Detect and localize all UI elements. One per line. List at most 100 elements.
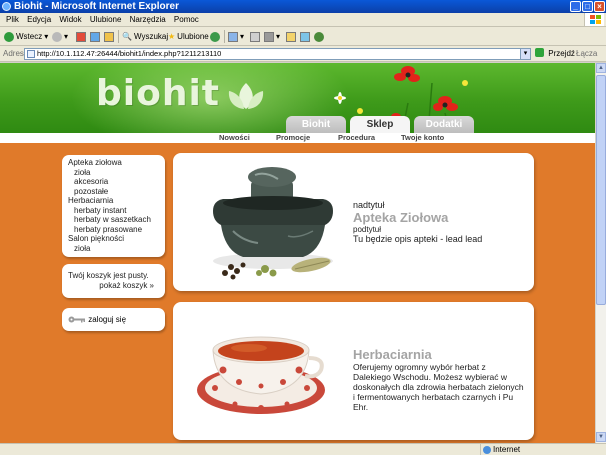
favorites-button[interactable]: ★ Ulubione bbox=[168, 27, 209, 46]
tab-sklep[interactable]: Sklep bbox=[350, 116, 410, 133]
category-salon-pieknosci[interactable]: Salon piękności bbox=[68, 234, 159, 244]
site-logo[interactable]: biohit bbox=[96, 73, 220, 114]
search-button[interactable]: 🔍 Wyszukaj bbox=[122, 27, 168, 46]
history-icon bbox=[210, 31, 220, 42]
address-url: http://10.1.112.47:26444/biohit1/index.p… bbox=[37, 49, 222, 58]
links-button[interactable]: Łącza bbox=[576, 46, 597, 62]
edit-button[interactable]: ▾ bbox=[264, 27, 280, 46]
scroll-up-icon[interactable]: ▲ bbox=[596, 63, 606, 73]
key-icon bbox=[68, 316, 85, 323]
home-button[interactable] bbox=[104, 27, 114, 46]
browser-toolbar: Wstecz ▾ ▾ 🔍 Wyszukaj ★ Ulubione ▾ ▾ bbox=[0, 27, 606, 46]
security-zone: Internet bbox=[480, 444, 606, 455]
category-pozostale[interactable]: pozostałe bbox=[68, 187, 159, 197]
apteka-panel: nadtytuł Apteka Ziołowa podtytuł Tu będz… bbox=[173, 153, 534, 291]
subnav-nowosci[interactable]: Nowości bbox=[219, 133, 250, 143]
forward-button[interactable]: ▾ bbox=[52, 27, 68, 46]
edit-icon bbox=[264, 31, 274, 42]
tea-cup-image bbox=[197, 336, 325, 414]
window-titlebar: Biohit - Microsoft Internet Explorer _ □… bbox=[0, 0, 606, 13]
window-title: Biohit - Microsoft Internet Explorer bbox=[14, 1, 180, 12]
print-icon bbox=[250, 31, 260, 42]
herbaciarnia-text-block: Herbaciarnia Oferujemy ogromny wybór her… bbox=[353, 347, 525, 412]
menu-tools[interactable]: Narzędzia bbox=[127, 13, 169, 27]
scroll-thumb[interactable] bbox=[596, 75, 606, 305]
messenger-button[interactable] bbox=[314, 27, 324, 46]
menu-bar: Plik Edycja Widok Ulubione Narzędzia Pom… bbox=[0, 13, 606, 27]
page-icon bbox=[27, 50, 35, 58]
lotus-leaf-icon bbox=[228, 83, 264, 109]
vertical-scrollbar[interactable]: ▲ ▼ bbox=[595, 63, 606, 443]
category-ziola[interactable]: zioła bbox=[68, 168, 159, 178]
tab-dodatki[interactable]: Dodatki bbox=[414, 116, 474, 133]
messenger-icon bbox=[314, 31, 324, 42]
close-button[interactable]: × bbox=[594, 1, 605, 12]
folder-icon bbox=[286, 31, 296, 42]
address-dropdown-button[interactable]: ▾ bbox=[520, 48, 531, 60]
chevron-down-icon: ▾ bbox=[240, 32, 245, 41]
apteka-title[interactable]: Apteka Ziołowa bbox=[353, 210, 523, 225]
scroll-down-icon[interactable]: ▼ bbox=[596, 432, 606, 442]
zone-label: Internet bbox=[493, 445, 521, 454]
search-label: Wyszukaj bbox=[133, 32, 169, 41]
print-button[interactable] bbox=[250, 27, 260, 46]
toolbar-separator bbox=[118, 30, 119, 43]
apteka-description: Tu będzie opis apteki - lead lead bbox=[353, 234, 483, 244]
menu-edit[interactable]: Edycja bbox=[24, 13, 54, 27]
toolbar-separator bbox=[224, 30, 225, 43]
menu-file[interactable]: Plik bbox=[3, 13, 22, 27]
apteka-text-block: nadtytuł Apteka Ziołowa podtytuł Tu będz… bbox=[353, 200, 523, 244]
subnav-procedura[interactable]: Procedura bbox=[338, 133, 375, 143]
chevron-down-icon: ▾ bbox=[276, 32, 281, 41]
subnav-twoje-konto[interactable]: Twoje konto bbox=[401, 133, 444, 143]
history-button[interactable] bbox=[210, 27, 220, 46]
discuss-button[interactable] bbox=[286, 27, 296, 46]
stop-button[interactable] bbox=[76, 27, 86, 46]
address-label: Adres bbox=[3, 49, 24, 58]
subnav-promocje[interactable]: Promocje bbox=[276, 133, 310, 143]
category-apteka-ziolowa[interactable]: Apteka ziołowa bbox=[68, 158, 159, 168]
menu-view[interactable]: Widok bbox=[56, 13, 84, 27]
go-label: Przejdź bbox=[548, 49, 575, 58]
category-herbaty-prasowane[interactable]: herbaty prasowane bbox=[68, 225, 159, 235]
category-herbaciarnia[interactable]: Herbaciarnia bbox=[68, 196, 159, 206]
herbaciarnia-title[interactable]: Herbaciarnia bbox=[353, 347, 525, 362]
back-button[interactable]: Wstecz ▾ bbox=[4, 27, 48, 46]
page-viewport: biohit Biohit Sklep Dodatki Nowości Prom… bbox=[0, 63, 595, 443]
status-bar: Internet bbox=[0, 443, 606, 455]
globe-icon bbox=[483, 446, 491, 454]
mail-icon bbox=[228, 31, 238, 42]
mail-button[interactable]: ▾ bbox=[228, 27, 244, 46]
login-box: zaloguj się bbox=[62, 308, 165, 331]
site-header: biohit Biohit Sklep Dodatki bbox=[0, 63, 595, 133]
refresh-icon bbox=[90, 31, 100, 42]
category-herbaty-instant[interactable]: herbaty instant bbox=[68, 206, 159, 216]
login-link[interactable]: zaloguj się bbox=[88, 315, 126, 324]
research-icon bbox=[300, 31, 310, 42]
menu-favorites[interactable]: Ulubione bbox=[87, 13, 125, 27]
herbaciarnia-panel: Herbaciarnia Oferujemy ogromny wybór her… bbox=[173, 302, 534, 440]
research-button[interactable] bbox=[300, 27, 310, 46]
forward-arrow-icon bbox=[52, 31, 62, 42]
mortar-pestle-image bbox=[213, 167, 333, 280]
refresh-button[interactable] bbox=[90, 27, 100, 46]
maximize-button[interactable]: □ bbox=[582, 1, 593, 12]
chevron-down-icon: ▾ bbox=[64, 32, 69, 41]
go-button[interactable]: Przejdź bbox=[535, 46, 575, 62]
category-salon-ziola[interactable]: zioła bbox=[68, 244, 159, 254]
cart-box: Twój koszyk jest pusty. pokaż koszyk » bbox=[62, 264, 165, 298]
tab-biohit[interactable]: Biohit bbox=[286, 116, 346, 133]
ie-logo-icon bbox=[2, 2, 11, 11]
category-akcesoria[interactable]: akcesoria bbox=[68, 177, 159, 187]
home-icon bbox=[104, 31, 114, 42]
category-herbaty-w-saszetkach[interactable]: herbaty w saszetkach bbox=[68, 215, 159, 225]
cart-empty-text: Twój koszyk jest pusty. bbox=[68, 271, 149, 280]
chevron-down-icon: ▾ bbox=[44, 32, 49, 41]
apteka-subtitle: podtytuł bbox=[353, 225, 382, 234]
menu-help[interactable]: Pomoc bbox=[171, 13, 202, 27]
show-cart-link[interactable]: pokaż koszyk » bbox=[68, 281, 159, 291]
apteka-overtitle: nadtytuł bbox=[353, 200, 385, 210]
favorites-label: Ulubione bbox=[177, 32, 209, 41]
address-input[interactable]: http://10.1.112.47:26444/biohit1/index.p… bbox=[24, 48, 531, 60]
minimize-button[interactable]: _ bbox=[570, 1, 581, 12]
